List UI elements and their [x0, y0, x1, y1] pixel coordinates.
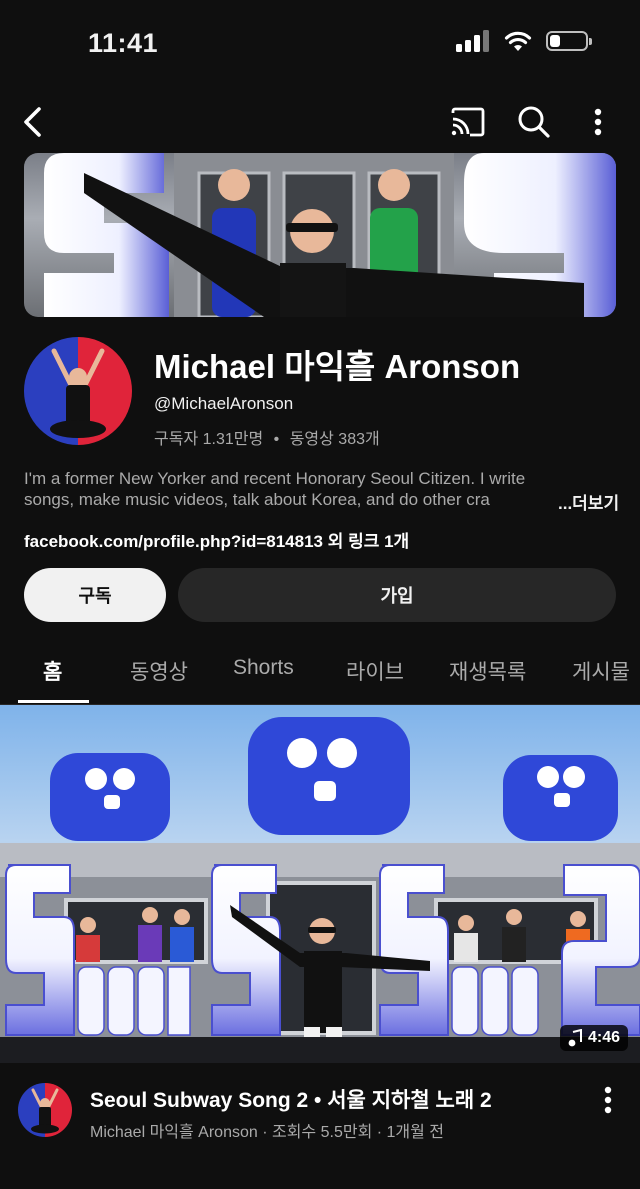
- video-channel-avatar[interactable]: [18, 1083, 72, 1137]
- stats-separator: •: [273, 431, 280, 448]
- tab-live[interactable]: 라이브: [346, 656, 404, 686]
- channel-avatar[interactable]: [24, 337, 132, 445]
- more-vert-icon: [604, 1086, 612, 1114]
- channel-description[interactable]: I'm a former New Yorker and recent Honor…: [24, 468, 614, 510]
- status-time: 11:41: [88, 28, 159, 58]
- search-button[interactable]: [514, 102, 554, 142]
- status-icons: [456, 30, 592, 52]
- video-count: 동영상 383개: [289, 431, 380, 448]
- video-duration-badge: 4:46: [559, 1025, 628, 1051]
- description-line: I'm a former New Yorker and recent Honor…: [24, 469, 526, 488]
- cast-button[interactable]: [448, 102, 488, 142]
- channel-handle: @MichaelAronson: [154, 394, 294, 413]
- channel-stats: 구독자 1.31만명 • 동영상 383개: [154, 425, 380, 449]
- battery-icon: [546, 31, 592, 51]
- duration-text: 4:46: [587, 1029, 620, 1046]
- subscriber-count: 구독자 1.31만명: [154, 431, 264, 448]
- search-icon: [518, 106, 550, 138]
- video-title[interactable]: Seoul Subway Song 2 • 서울 지하철 노래 2: [90, 1084, 492, 1114]
- more-options-button[interactable]: [584, 102, 612, 142]
- channel-tabs: 홈 동영상 Shorts 라이브 재생목록 게시물: [0, 640, 640, 705]
- active-tab-indicator: [18, 700, 89, 703]
- channel-links[interactable]: facebook.com/profile.php?id=814813 외 링크 …: [24, 527, 409, 552]
- music-note-icon: [568, 1029, 582, 1047]
- channel-name: Michael 마익흘 Aronson: [154, 348, 521, 385]
- tab-videos[interactable]: 동영상: [130, 656, 188, 686]
- wifi-icon: [504, 31, 532, 51]
- tab-home[interactable]: 홈: [43, 656, 62, 686]
- subscribe-button[interactable]: 구독: [24, 568, 166, 622]
- video-more-button[interactable]: [604, 1086, 612, 1119]
- more-vert-icon: [594, 108, 602, 136]
- video-thumbnail[interactable]: 4:46: [0, 705, 640, 1063]
- back-button[interactable]: [14, 102, 50, 142]
- back-icon: [24, 107, 41, 137]
- video-meta: Michael 마익흘 Aronson · 조회수 5.5만회 · 1개월 전: [90, 1124, 445, 1141]
- tab-posts[interactable]: 게시물: [572, 656, 630, 686]
- more-link[interactable]: ...더보기: [540, 489, 620, 514]
- tab-playlists[interactable]: 재생목록: [449, 656, 526, 686]
- tab-shorts[interactable]: Shorts: [233, 656, 294, 680]
- description-line: songs, make music videos, talk about Kor…: [24, 490, 490, 509]
- join-button[interactable]: 가입: [178, 568, 616, 622]
- signal-icon: [456, 30, 489, 52]
- cast-icon: [451, 107, 485, 137]
- channel-banner: [24, 153, 616, 317]
